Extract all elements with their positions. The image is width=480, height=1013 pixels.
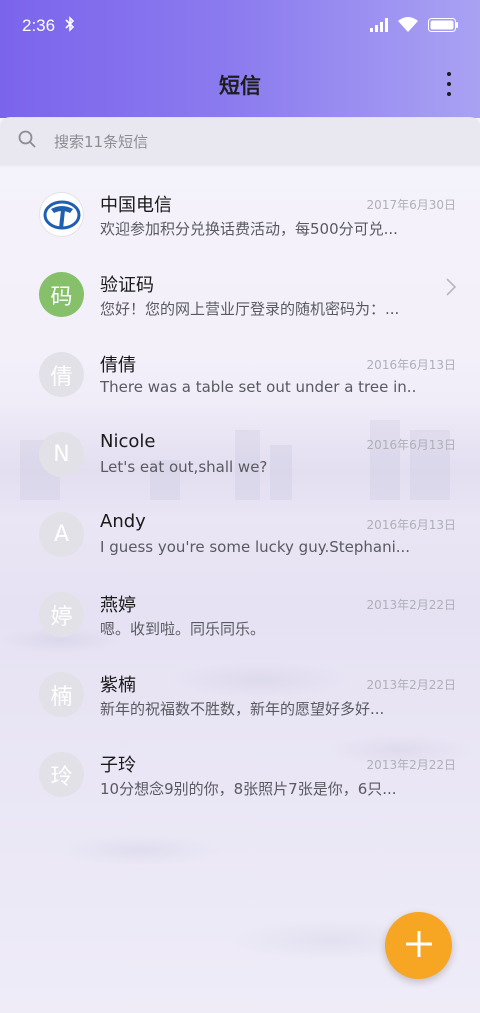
conversation-item[interactable]: N Nicole 2016年6月13日 Let's eat out,shall … [0, 405, 480, 485]
avatar: 婷 [39, 592, 84, 637]
status-bar: 2:36 [0, 0, 480, 52]
signal-icon [370, 17, 388, 36]
contact-name: 中国电信 [100, 195, 172, 216]
page-title: 短信 [219, 74, 261, 98]
bluetooth-icon [65, 16, 75, 36]
message-preview: Let's eat out,shall we? [100, 458, 268, 476]
plus-icon [405, 930, 433, 962]
message-preview: I guess you're some lucky guy.Stephani..… [100, 538, 411, 556]
search-input[interactable]: 搜索11条短信 [54, 131, 148, 152]
message-date: 2013年2月22日 [366, 758, 456, 772]
contact-name: 燕婷 [100, 595, 136, 616]
message-date: 2016年6月13日 [366, 358, 456, 372]
search-bar[interactable]: 搜索11条短信 [0, 117, 480, 165]
message-preview: There was a table set out under a tree i… [100, 378, 415, 396]
battery-icon [428, 17, 458, 36]
wifi-icon [398, 16, 418, 36]
avatar: 码 [39, 272, 84, 317]
chevron-right-icon [446, 278, 457, 300]
conversation-item[interactable]: 中国电信 2017年6月30日 欢迎参加积分兑换话费活动，每500分可兑... [0, 165, 480, 245]
avatar: 玲 [39, 752, 84, 797]
message-preview: 新年的祝福数不胜数，新年的愿望好多好... [100, 700, 385, 718]
app-header: 2:36 短信 [0, 0, 480, 118]
china-telecom-logo-icon [39, 192, 84, 237]
contact-name: 验证码 [100, 275, 154, 296]
conversation-item[interactable]: 倩 倩倩 2016年6月13日 There was a table set ou… [0, 325, 480, 405]
message-date: 2013年2月22日 [366, 598, 456, 612]
conversation-item[interactable]: 楠 紫楠 2013年2月22日 新年的祝福数不胜数，新年的愿望好多好... [0, 645, 480, 725]
conversation-item[interactable]: A Andy 2016年6月13日 I guess you're some lu… [0, 485, 480, 565]
conversation-item[interactable]: 玲 子玲 2013年2月22日 10分想念9别的你，8张照片7张是你，6只... [0, 725, 480, 805]
avatar: N [39, 432, 84, 477]
avatar: A [39, 512, 84, 557]
contact-name: 倩倩 [100, 355, 136, 376]
status-time: 2:36 [22, 16, 56, 35]
contact-name: 紫楠 [100, 675, 136, 696]
conversation-list: 中国电信 2017年6月30日 欢迎参加积分兑换话费活动，每500分可兑... … [0, 165, 480, 805]
contact-name: 子玲 [100, 755, 136, 776]
message-date: 2013年2月22日 [366, 678, 456, 692]
avatar: 楠 [39, 672, 84, 717]
conversation-item[interactable]: 码 验证码 您好！您的网上营业厅登录的随机密码为：... [0, 245, 480, 325]
message-preview: 嗯。收到啦。同乐同乐。 [100, 620, 266, 638]
message-preview: 欢迎参加积分兑换话费活动，每500分可兑... [100, 220, 398, 238]
message-preview: 10分想念9别的你，8张照片7张是你，6只... [100, 780, 397, 798]
more-icon[interactable] [446, 72, 452, 96]
message-date: 2017年6月30日 [366, 198, 456, 212]
search-icon [18, 130, 36, 152]
new-message-button[interactable] [385, 912, 452, 979]
conversation-item[interactable]: 婷 燕婷 2013年2月22日 嗯。收到啦。同乐同乐。 [0, 565, 480, 645]
avatar: 倩 [39, 352, 84, 397]
message-date: 2016年6月13日 [366, 438, 456, 452]
message-date: 2016年6月13日 [366, 518, 456, 532]
contact-name: Nicole [100, 431, 156, 452]
contact-name: Andy [100, 511, 146, 532]
message-preview: 您好！您的网上营业厅登录的随机密码为：... [100, 300, 400, 318]
